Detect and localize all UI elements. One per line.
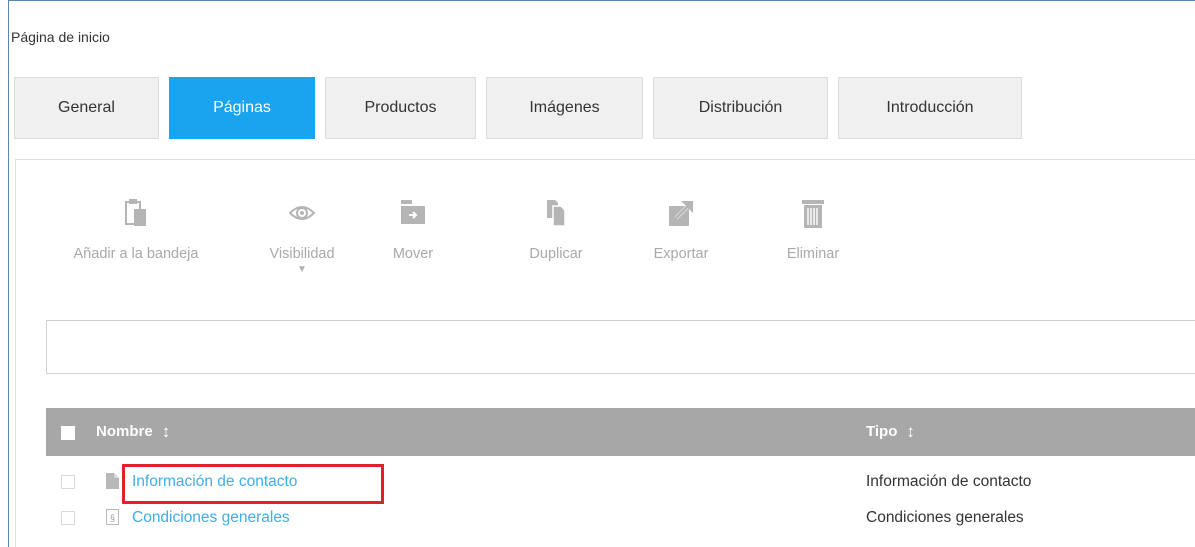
tab-bar: General Páginas Productos Imágenes Distr… [14,77,1032,139]
trash-icon [768,198,858,234]
column-name-label: Nombre [96,423,153,440]
add-to-tray-button[interactable]: Añadir a la bandeja [46,198,226,262]
export-button[interactable]: Exportar [636,198,726,262]
select-all-checkbox[interactable] [61,426,75,440]
move-button[interactable]: Mover [378,198,448,262]
visibility-label: Visibilidad [269,246,335,262]
row-checkbox[interactable] [61,511,75,525]
legal-document-icon: § [106,509,119,525]
duplicate-icon [516,198,596,234]
duplicate-button[interactable]: Duplicar [516,198,596,262]
highlight-box [122,464,384,504]
svg-text:§: § [110,513,115,523]
export-label: Exportar [653,246,709,262]
row-checkbox[interactable] [61,475,75,489]
folder-move-icon [378,198,448,234]
tab-products[interactable]: Productos [325,77,476,139]
eye-icon [252,198,352,234]
tab-introduction[interactable]: Introducción [838,77,1022,139]
page-name-link[interactable]: Condiciones generales [132,509,290,527]
delete-button[interactable]: Eliminar [768,198,858,262]
add-to-tray-label: Añadir a la bandeja [73,246,199,262]
page-type: Condiciones generales [866,509,1024,526]
table-row: § Condiciones generales Condiciones gene… [46,500,1195,536]
table-header: Nombre ↕ Tipo ↕ [46,408,1195,456]
pages-panel: Añadir a la bandeja Visibilidad ▼ Mover … [15,159,1195,547]
sort-icon: ↕ [906,422,915,441]
move-label: Mover [392,246,434,262]
column-type-header[interactable]: Tipo ↕ [866,423,915,440]
document-icon [106,473,119,489]
clipboard-icon [46,198,226,234]
breadcrumb[interactable]: Página de inicio [11,29,110,45]
visibility-button[interactable]: Visibilidad ▼ [252,198,352,275]
search-input[interactable] [46,320,1195,374]
table-row: Información de contacto Información de c… [46,464,1195,504]
delete-label: Eliminar [786,246,840,262]
export-icon [636,198,726,234]
tab-distribution[interactable]: Distribución [653,77,828,139]
tab-images[interactable]: Imágenes [486,77,643,139]
column-name-header[interactable]: Nombre ↕ [96,423,170,440]
content-frame: Página de inicio General Páginas Product… [8,0,1195,547]
sort-icon: ↕ [161,422,171,441]
duplicate-label: Duplicar [529,246,583,262]
visibility-caret-icon: ▼ [297,264,307,275]
column-type-label: Tipo [866,423,898,440]
page-type: Información de contacto [866,473,1032,490]
tab-general[interactable]: General [14,77,159,139]
tab-pages[interactable]: Páginas [169,77,315,139]
